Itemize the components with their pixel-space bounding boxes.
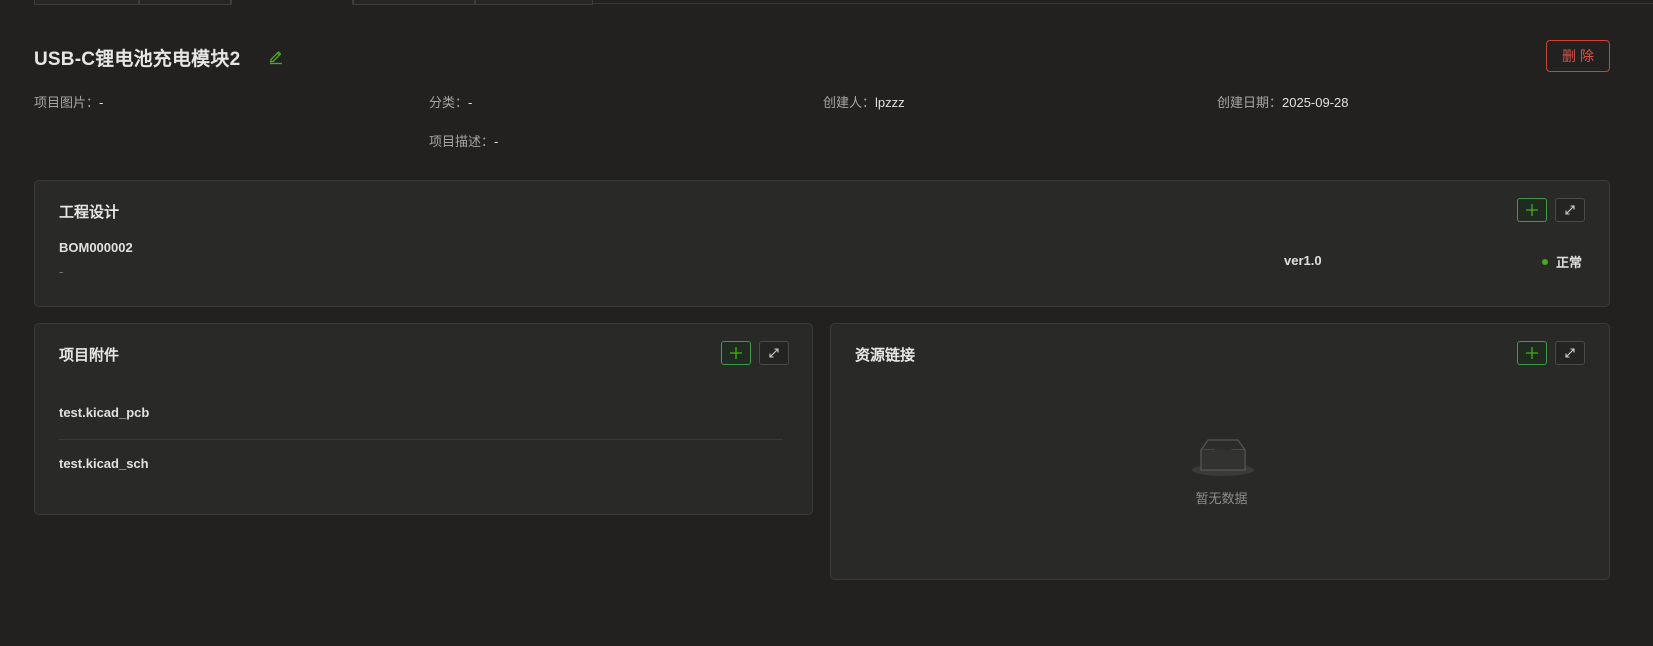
tab-2[interactable] [139,0,231,5]
expand-icon [769,348,779,358]
edit-icon[interactable] [267,47,285,65]
meta-desc-value: - [494,134,499,149]
meta-image-value: - [99,95,104,110]
tab-5[interactable] [475,0,593,5]
resources-add-button[interactable] [1517,341,1547,365]
project-title: USB-C锂电池充电模块2 [34,49,241,70]
attachments-expand-button[interactable] [759,341,789,365]
bom-status: 正常 [1542,252,1582,271]
resources-title: 资源链接 [855,347,916,364]
meta-creator-value: lpzzz [875,95,905,110]
meta-category-value: - [468,95,473,110]
attachments-title: 项目附件 [59,347,120,364]
meta-creator-label: 创建人： [823,95,876,110]
plus-icon [730,347,742,359]
meta-category-label: 分类： [429,95,469,110]
delete-button[interactable]: 删除 [1546,40,1610,72]
engineering-expand-button[interactable] [1555,198,1585,222]
meta-created-label: 创建日期： [1217,95,1283,110]
engineering-card: 工程设计 BOM000002 - ver1.0 正常 [34,180,1610,307]
meta-created-date: 创建日期：2025-09-28 [1217,92,1349,111]
tab-4[interactable] [353,0,475,5]
meta-desc-label: 项目描述： [429,134,495,149]
bom-version: ver1.0 [1284,253,1322,268]
resources-card: 资源链接 暂无数据 [830,323,1610,580]
plus-icon [1526,347,1538,359]
empty-box-icon [1191,434,1255,478]
tab-1[interactable] [34,0,139,5]
tab-3-active[interactable] [231,0,353,5]
bom-code[interactable]: BOM000002 [59,240,133,255]
meta-category: 分类：- [429,92,472,111]
bom-status-label: 正常 [1556,255,1583,270]
engineering-add-button[interactable] [1517,198,1547,222]
meta-created-value: 2025-09-28 [1282,95,1349,110]
bom-description: - [59,264,64,279]
meta-image-label: 项目图片： [34,95,100,110]
meta-description: 项目描述：- [429,131,498,150]
attachments-add-button[interactable] [721,341,751,365]
attachment-divider [59,439,783,440]
attachments-card: 项目附件 test.kicad_pcb test.kicad_sch [34,323,813,515]
tab-strip-line [590,3,1653,4]
meta-image: 项目图片：- [34,92,103,111]
empty-text: 暂无数据 [1195,491,1248,506]
tab-strip [0,0,1653,5]
plus-icon [1526,204,1538,216]
resources-expand-button[interactable] [1555,341,1585,365]
engineering-title: 工程设计 [59,204,120,221]
expand-icon [1565,205,1575,215]
expand-icon [1565,348,1575,358]
attachment-item[interactable]: test.kicad_pcb [59,405,783,420]
attachment-item[interactable]: test.kicad_sch [59,456,783,471]
status-dot-icon [1542,258,1548,265]
meta-creator: 创建人：lpzzz [823,92,905,111]
